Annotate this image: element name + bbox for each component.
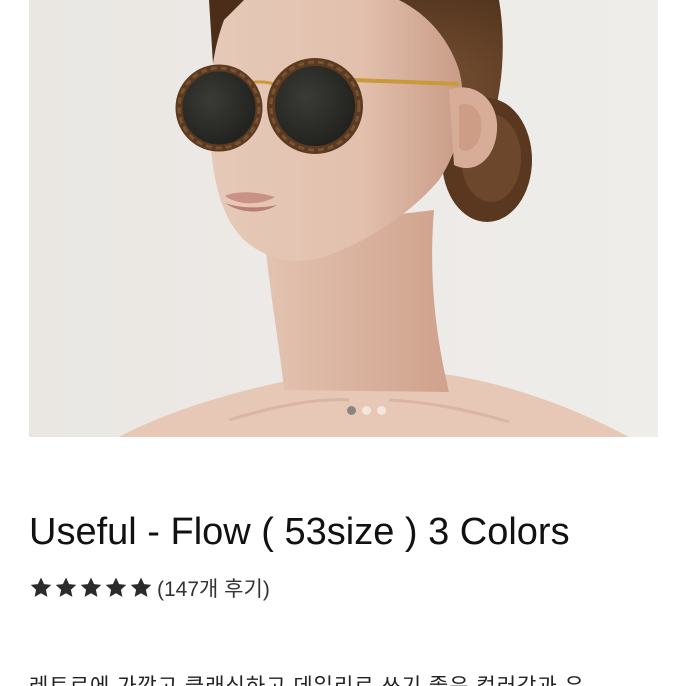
product-description: 레트로에 가깝고 클래식하고 데일리로 쓰기 좋은 컬러감과 우: [29, 670, 585, 686]
product-page: Useful - Flow ( 53size ) 3 Colors (147개 …: [0, 0, 686, 686]
carousel-dot[interactable]: [377, 406, 386, 415]
carousel-dot[interactable]: [347, 406, 356, 415]
review-count-link[interactable]: (147개 후기): [157, 573, 270, 603]
star-rating: [29, 576, 153, 600]
product-image[interactable]: [29, 0, 658, 437]
carousel-indicator[interactable]: [347, 406, 386, 415]
product-rating[interactable]: (147개 후기): [29, 572, 270, 604]
star-icon: [55, 577, 77, 597]
star-icon: [30, 577, 52, 597]
star-icon: [130, 577, 152, 597]
star-icon: [80, 577, 102, 597]
model-photo: [29, 0, 658, 437]
star-icon: [105, 577, 127, 597]
product-title: Useful - Flow ( 53size ) 3 Colors: [29, 511, 570, 553]
carousel-dot[interactable]: [362, 406, 371, 415]
